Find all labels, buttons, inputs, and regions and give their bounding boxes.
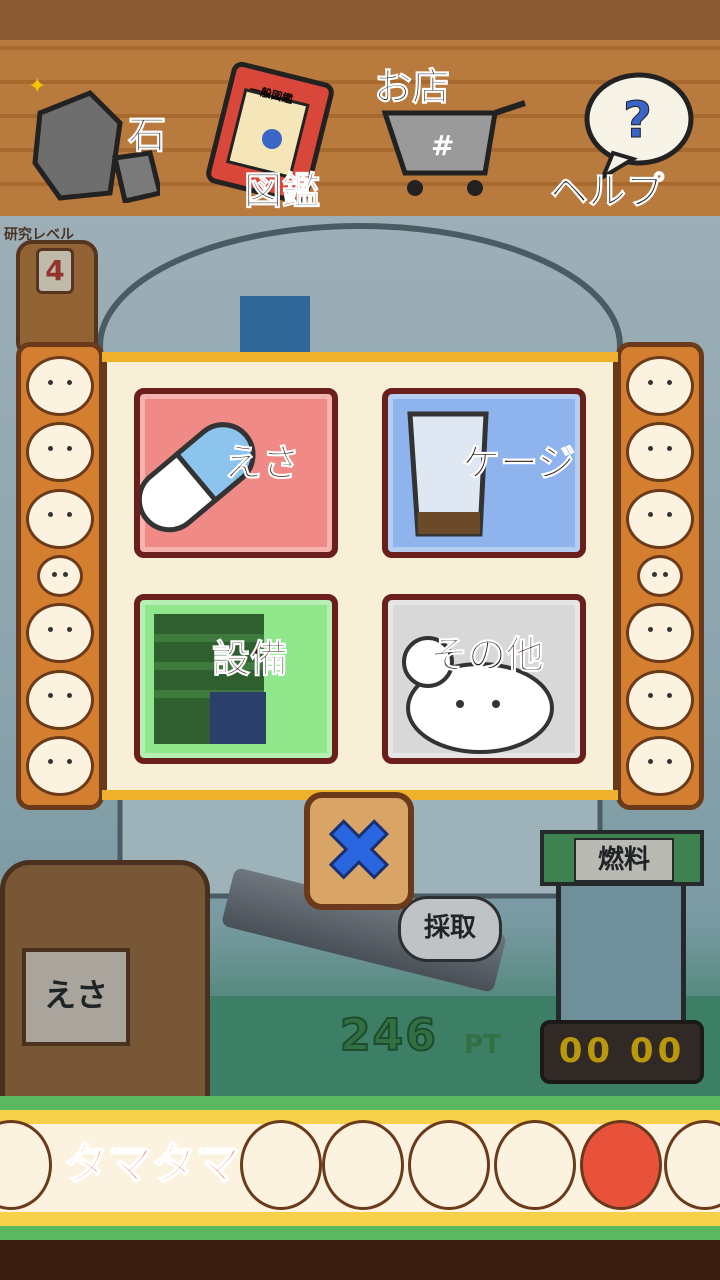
tama-face [626, 735, 694, 796]
tama-face [26, 422, 94, 483]
tama-face [26, 735, 94, 796]
other-label: その他 [429, 633, 545, 678]
tama-face [37, 554, 83, 597]
stone-button[interactable]: ✦ 石 [10, 48, 170, 208]
close-icon: ✖ [322, 802, 395, 900]
left-pillar [16, 342, 104, 810]
panel-top-strip [102, 352, 618, 362]
cage-label: ケージ [461, 441, 576, 486]
equipment-label: 設備 [211, 637, 289, 682]
tama-face [26, 669, 94, 730]
encyclopedia-button[interactable]: 一般図鑑 図鑑 [186, 48, 356, 214]
svg-text:#: # [431, 129, 454, 162]
tama-face [240, 1120, 322, 1210]
tama-face [322, 1120, 404, 1210]
food-button[interactable]: えさ [134, 388, 338, 558]
help-label: ヘルプ [549, 169, 665, 214]
other-button[interactable]: その他 [382, 594, 586, 764]
help-button[interactable]: ? ヘルプ [548, 48, 718, 214]
encyclopedia-label: 図鑑 [243, 169, 321, 214]
tama-face [626, 356, 694, 417]
tama-face [626, 488, 694, 549]
svg-text:✦: ✦ [28, 74, 46, 99]
tama-face [26, 356, 94, 417]
close-button[interactable]: ✖ [304, 792, 414, 910]
tama-face-red [580, 1120, 662, 1210]
tama-face [626, 669, 694, 730]
tama-face [26, 488, 94, 549]
tama-face [637, 554, 683, 597]
shop-button[interactable]: # お店 [370, 48, 540, 208]
tama-face [494, 1120, 576, 1210]
tama-face [26, 603, 94, 664]
tama-face [626, 603, 694, 664]
right-pillar [616, 342, 704, 810]
food-label: えさ [223, 441, 301, 486]
cage-button[interactable]: ケージ [382, 388, 586, 558]
tama-face [626, 422, 694, 483]
bottom-border [0, 1240, 720, 1280]
app-logo: タマタマ [63, 1138, 241, 1191]
stone-label: 石 [127, 113, 167, 158]
svg-text:?: ? [623, 91, 652, 149]
equipment-button[interactable]: 設備 [134, 594, 338, 764]
shop-label: お店 [373, 65, 451, 110]
tama-face [408, 1120, 490, 1210]
top-border [0, 0, 720, 40]
